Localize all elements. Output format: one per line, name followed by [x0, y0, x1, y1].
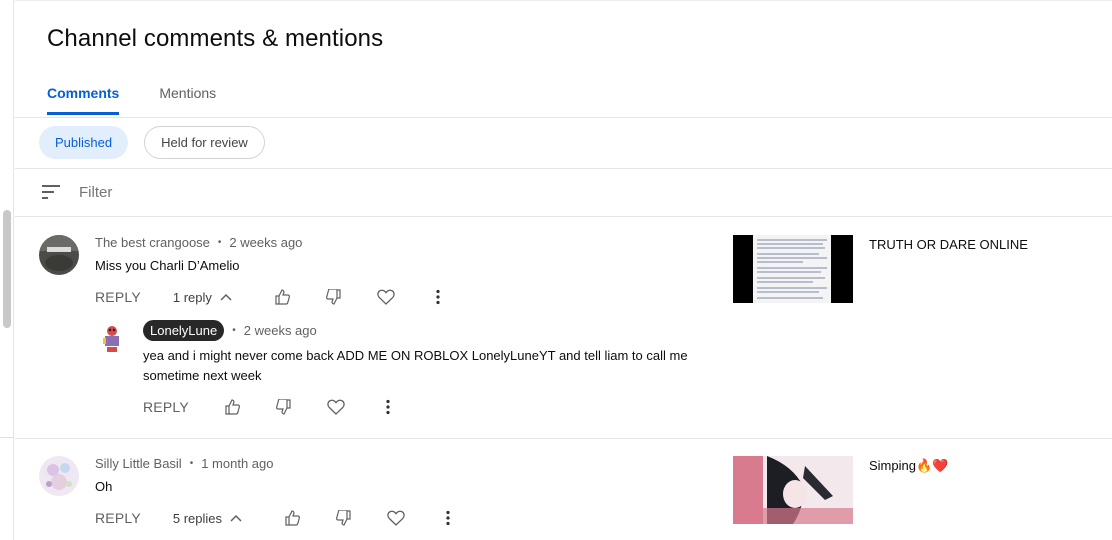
- more-vert-icon: [446, 510, 450, 526]
- video-title[interactable]: Simping🔥❤️: [869, 458, 948, 474]
- comment-actions: REPLY 5 replies: [95, 506, 460, 530]
- video-thumbnail[interactable]: [733, 235, 853, 303]
- reply-text: yea and i might never come back ADD ME O…: [143, 346, 688, 386]
- replies-count-label: 5 replies: [172, 510, 223, 526]
- left-panel-scrollbar[interactable]: [0, 0, 14, 540]
- comment-meta: Silly Little Basil • 1 month ago: [95, 456, 274, 471]
- comment-text: Miss you Charli D’Amelio: [95, 258, 240, 273]
- reply-text-line: yea and i might never come back ADD ME O…: [143, 348, 688, 363]
- heart-icon: [377, 289, 395, 305]
- video-title[interactable]: TRUTH OR DARE ONLINE: [869, 237, 1028, 252]
- heart-icon: [327, 399, 345, 415]
- video-thumbnail[interactable]: [733, 456, 853, 524]
- comment-author[interactable]: Silly Little Basil: [95, 456, 182, 471]
- chip-held-for-review[interactable]: Held for review: [144, 126, 265, 159]
- dislike-button[interactable]: [332, 506, 356, 530]
- heart-button[interactable]: [384, 506, 408, 530]
- more-vert-icon: [436, 289, 440, 305]
- reply-button[interactable]: REPLY: [143, 399, 189, 415]
- more-options-button[interactable]: [426, 285, 450, 309]
- dislike-button[interactable]: [272, 395, 296, 419]
- scrollbar-thumb[interactable]: [3, 210, 11, 328]
- separator-dot: •: [217, 237, 222, 248]
- replies-toggle[interactable]: 5 replies: [173, 511, 242, 526]
- thumbs-down-icon: [325, 289, 341, 305]
- separator-dot: •: [232, 325, 236, 336]
- page-title: Channel comments & mentions: [47, 25, 384, 52]
- thumbs-up-icon: [275, 289, 290, 305]
- avatar[interactable]: [39, 456, 79, 496]
- like-button[interactable]: [220, 395, 244, 419]
- filter-lines-icon[interactable]: [42, 185, 60, 199]
- replies-toggle[interactable]: 1 reply: [173, 290, 232, 305]
- thumbs-down-icon: [275, 399, 291, 415]
- left-divider: [0, 437, 14, 438]
- tab-comments[interactable]: Comments: [47, 85, 120, 117]
- heart-button[interactable]: [374, 285, 398, 309]
- heart-button[interactable]: [324, 395, 348, 419]
- thumbs-up-icon: [225, 399, 240, 415]
- reply-text-line: sometime next week: [143, 368, 262, 383]
- like-button[interactable]: [280, 506, 304, 530]
- chevron-up-icon: [220, 293, 232, 301]
- filter-bar: [15, 169, 1112, 216]
- tabs-divider: [15, 117, 1112, 118]
- tab-mentions[interactable]: Mentions: [159, 85, 216, 117]
- comment-author[interactable]: The best crangoose: [95, 235, 210, 250]
- comments-page: Channel comments & mentions Comments Men…: [15, 0, 1112, 540]
- comment-actions: REPLY 1 reply: [95, 285, 450, 309]
- filter-input[interactable]: [79, 184, 479, 201]
- avatar[interactable]: [39, 235, 79, 275]
- heart-icon: [387, 510, 405, 526]
- like-button[interactable]: [270, 285, 294, 309]
- comment-thread: Silly Little Basil • 1 month ago Oh REPL…: [15, 439, 1112, 540]
- thumbs-down-icon: [336, 510, 351, 526]
- chevron-up-icon: [230, 514, 242, 522]
- reply-button[interactable]: REPLY: [95, 289, 141, 305]
- reply-actions: REPLY: [143, 395, 400, 419]
- comment-thread: The best crangoose • 2 weeks ago Miss yo…: [15, 217, 1112, 438]
- comment-meta: The best crangoose • 2 weeks ago: [95, 235, 302, 250]
- comment-text: Oh: [95, 479, 113, 494]
- thumbs-up-icon: [285, 510, 300, 526]
- reply-meta: LonelyLune • 2 weeks ago: [143, 320, 317, 341]
- reply-avatar[interactable]: [101, 323, 123, 355]
- more-options-button[interactable]: [376, 395, 400, 419]
- reply-button[interactable]: REPLY: [95, 510, 141, 526]
- status-chips: Published Held for review: [39, 126, 265, 159]
- reply-author-owner-pill[interactable]: LonelyLune: [143, 320, 225, 341]
- comment-time[interactable]: 1 month ago: [201, 456, 273, 471]
- replies-count-label: 1 reply: [172, 289, 212, 305]
- more-options-button[interactable]: [436, 506, 460, 530]
- dislike-button[interactable]: [322, 285, 346, 309]
- chip-published[interactable]: Published: [39, 126, 129, 159]
- more-vert-icon: [386, 399, 390, 415]
- separator-dot: •: [189, 458, 194, 469]
- reply-time[interactable]: 2 weeks ago: [244, 323, 317, 338]
- comment-time[interactable]: 2 weeks ago: [229, 235, 302, 250]
- tab-bar: Comments Mentions: [47, 85, 256, 117]
